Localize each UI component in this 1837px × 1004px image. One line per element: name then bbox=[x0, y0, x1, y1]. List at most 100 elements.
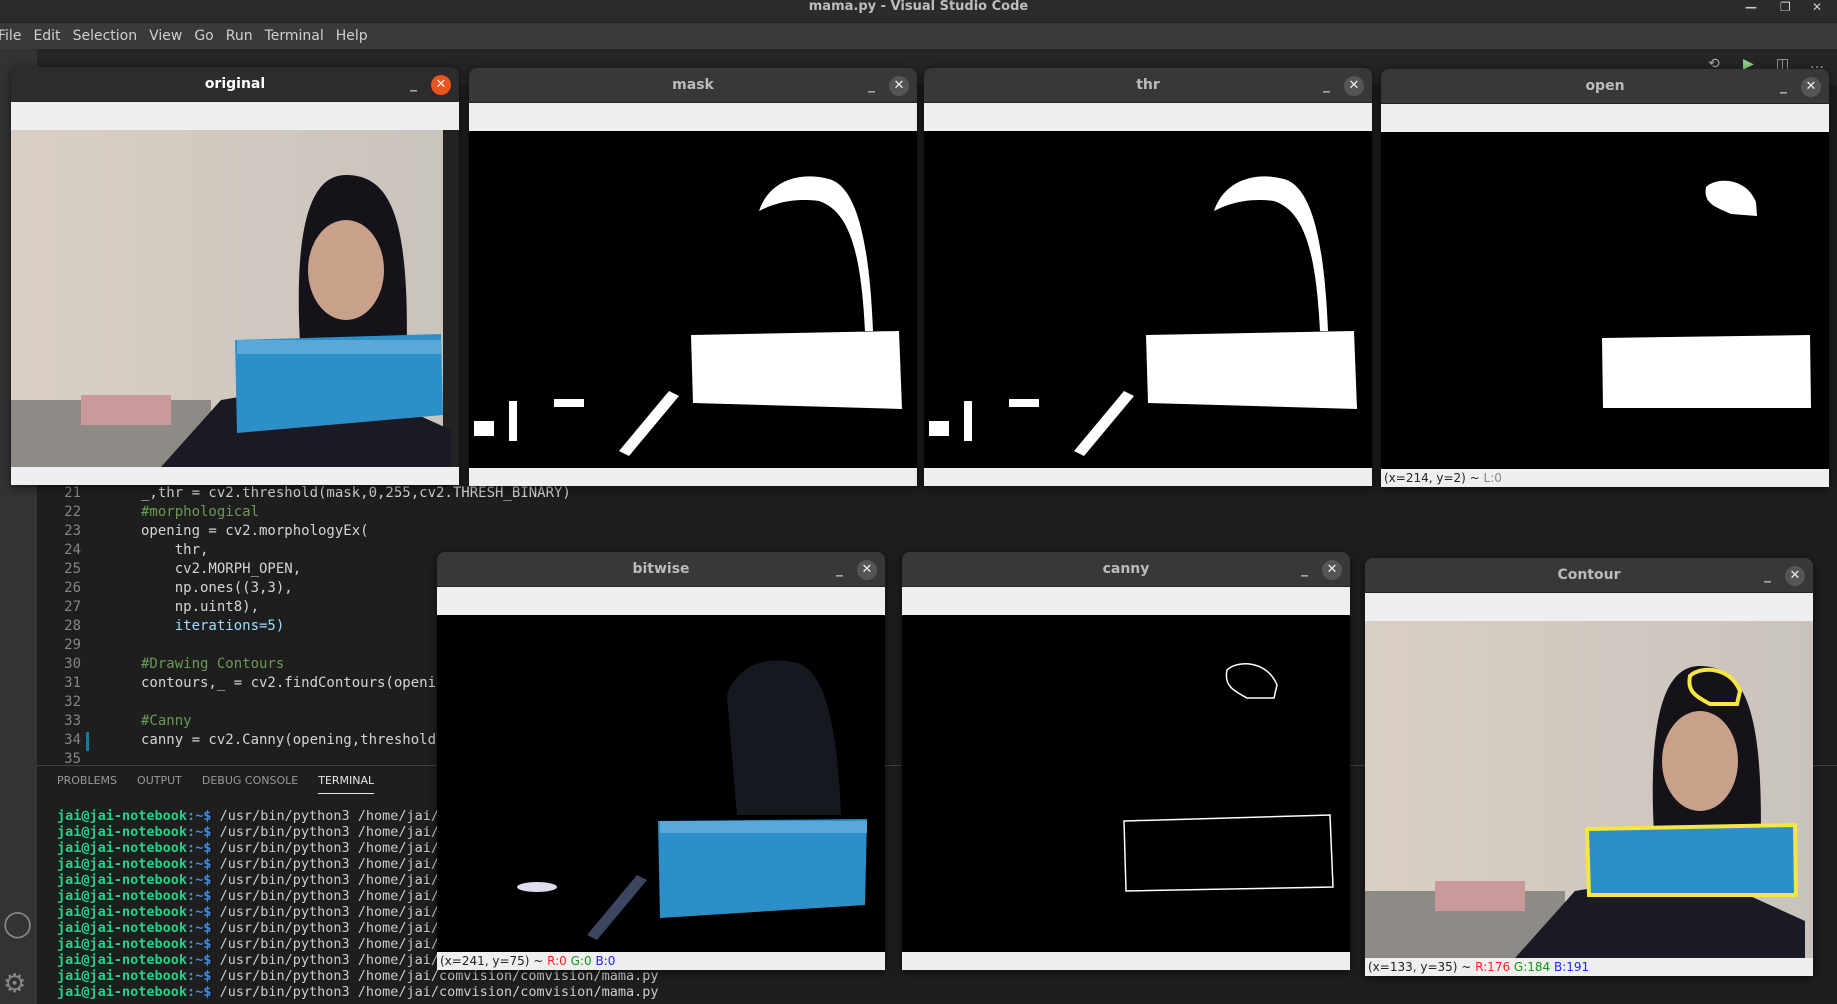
close-icon[interactable]: ✕ bbox=[1322, 560, 1342, 580]
close-icon[interactable]: ✕ bbox=[1812, 0, 1822, 14]
terminal-prompt: jai@jai-notebook bbox=[57, 808, 188, 824]
panel-tabs: PROBLEMS OUTPUT DEBUG CONSOLE TERMINAL bbox=[57, 774, 394, 794]
close-icon[interactable]: ✕ bbox=[431, 75, 451, 95]
line-number: 24 bbox=[64, 542, 81, 558]
close-icon[interactable]: ✕ bbox=[1801, 77, 1821, 97]
terminal-path: :~$ bbox=[187, 936, 212, 952]
blue-value: B:191 bbox=[1554, 960, 1590, 974]
line-number: 30 bbox=[64, 656, 81, 672]
minimize-icon[interactable]: _ bbox=[1780, 69, 1787, 104]
close-icon[interactable]: ✕ bbox=[889, 76, 909, 96]
canny-image bbox=[902, 615, 1350, 952]
minimize-icon[interactable]: _ bbox=[410, 67, 417, 102]
contour-image bbox=[1365, 621, 1813, 958]
code-line: #morphological bbox=[141, 504, 260, 520]
bitwise-image bbox=[437, 615, 885, 952]
window-original[interactable]: original _ ✕ bbox=[11, 67, 459, 485]
code-line: iterations=5) bbox=[141, 618, 285, 634]
window-toolbar bbox=[437, 587, 885, 615]
window-open[interactable]: open _ ✕ (x=214, y=2) ~ L:0 bbox=[1381, 69, 1829, 487]
window-mask[interactable]: mask _ ✕ bbox=[469, 68, 917, 486]
gear-icon[interactable]: ⚙ bbox=[3, 969, 26, 999]
terminal-line: jai@jai-notebook:~$ /usr/bin/python3 /ho… bbox=[57, 984, 658, 1000]
menu-bar: File Edit Selection View Go Run Terminal… bbox=[0, 22, 1837, 49]
tab-debug-console[interactable]: DEBUG CONSOLE bbox=[202, 774, 298, 794]
terminal-prompt: jai@jai-notebook bbox=[57, 968, 188, 984]
window-titlebar[interactable]: canny _ ✕ bbox=[902, 552, 1350, 587]
window-canny[interactable]: canny _ ✕ bbox=[902, 552, 1350, 970]
menu-file[interactable]: File bbox=[0, 28, 21, 44]
window-titlebar[interactable]: original _ ✕ bbox=[11, 67, 459, 102]
status-bar: (x=214, y=2) ~ L:0 bbox=[1381, 469, 1829, 487]
window-title: Contour bbox=[1557, 567, 1621, 583]
window-titlebar[interactable]: thr _ ✕ bbox=[924, 68, 1372, 103]
window-titlebar[interactable]: bitwise _ ✕ bbox=[437, 552, 885, 587]
close-icon[interactable]: ✕ bbox=[1344, 76, 1364, 96]
terminal-prompt: jai@jai-notebook bbox=[57, 952, 188, 968]
window-contour[interactable]: Contour _ ✕ (x=133, y=35) ~ R:176 G:184 B:… bbox=[1365, 558, 1813, 976]
menu-run[interactable]: Run bbox=[226, 28, 253, 44]
window-titlebar[interactable]: Contour _ ✕ bbox=[1365, 558, 1813, 593]
line-number: 29 bbox=[64, 637, 81, 653]
line-number: 28 bbox=[64, 618, 81, 634]
terminal-prompt: jai@jai-notebook bbox=[57, 856, 188, 872]
menu-view[interactable]: View bbox=[149, 28, 182, 44]
terminal-prompt: jai@jai-notebook bbox=[57, 872, 188, 888]
terminal-path: :~$ bbox=[187, 856, 212, 872]
window-titlebar[interactable]: open _ ✕ bbox=[1381, 69, 1829, 104]
menu-help[interactable]: Help bbox=[336, 28, 368, 44]
pixel-value: L:0 bbox=[1483, 471, 1502, 485]
red-value: R:0 bbox=[547, 954, 567, 968]
window-bitwise[interactable]: bitwise _ ✕ (x=241, y=75) ~ R:0 G:0 B:0 bbox=[437, 552, 885, 970]
account-icon[interactable]: ◯ bbox=[3, 909, 32, 939]
minimize-icon[interactable]: — bbox=[1745, 0, 1757, 14]
line-number: 32 bbox=[64, 694, 81, 710]
close-icon[interactable]: ✕ bbox=[857, 560, 877, 580]
window-titlebar[interactable]: mask _ ✕ bbox=[469, 68, 917, 103]
tab-problems[interactable]: PROBLEMS bbox=[57, 774, 117, 794]
line-number: 27 bbox=[64, 599, 81, 615]
terminal-path: :~$ bbox=[187, 840, 212, 856]
tab-terminal[interactable]: TERMINAL bbox=[318, 774, 375, 794]
maximize-icon[interactable]: ❐ bbox=[1780, 0, 1791, 14]
window-title: thr bbox=[1136, 77, 1160, 93]
window-title: mask bbox=[672, 77, 714, 93]
menu-edit[interactable]: Edit bbox=[33, 28, 60, 44]
terminal-prompt: jai@jai-notebook bbox=[57, 888, 188, 904]
window-toolbar bbox=[1365, 593, 1813, 621]
tab-output[interactable]: OUTPUT bbox=[137, 774, 182, 794]
terminal-prompt: jai@jai-notebook bbox=[57, 984, 188, 1000]
window-title: canny bbox=[1102, 561, 1150, 577]
minimize-icon[interactable]: _ bbox=[1301, 552, 1308, 587]
code-line: #Drawing Contours bbox=[141, 656, 285, 672]
cursor-position: (x=214, y=2) ~ bbox=[1384, 471, 1484, 485]
blue-value: B:0 bbox=[595, 954, 616, 968]
minimize-icon[interactable]: _ bbox=[836, 552, 843, 587]
red-value: R:176 bbox=[1475, 960, 1511, 974]
cursor-position: (x=241, y=75) ~ bbox=[440, 954, 548, 968]
terminal-path: :~$ bbox=[187, 904, 212, 920]
status-bar bbox=[924, 468, 1372, 486]
terminal-path: :~$ bbox=[187, 952, 212, 968]
code-line: #Canny bbox=[141, 713, 192, 729]
mask-image bbox=[469, 131, 917, 468]
cursor-position: (x=133, y=35) ~ bbox=[1368, 960, 1476, 974]
window-thr[interactable]: thr _ ✕ bbox=[924, 68, 1372, 486]
menu-go[interactable]: Go bbox=[194, 28, 213, 44]
terminal-path: :~$ bbox=[187, 824, 212, 840]
terminal-path: :~$ bbox=[187, 808, 212, 824]
minimize-icon[interactable]: _ bbox=[1764, 558, 1771, 593]
close-icon[interactable]: ✕ bbox=[1785, 566, 1805, 586]
green-value: G:0 bbox=[570, 954, 592, 968]
terminal-prompt: jai@jai-notebook bbox=[57, 904, 188, 920]
camera-image bbox=[11, 130, 459, 467]
window-title: bitwise bbox=[632, 561, 690, 577]
menu-terminal[interactable]: Terminal bbox=[265, 28, 324, 44]
minimize-icon[interactable]: _ bbox=[868, 68, 875, 103]
minimize-icon[interactable]: _ bbox=[1323, 68, 1330, 103]
status-bar bbox=[11, 467, 459, 485]
terminal-prompt: jai@jai-notebook bbox=[57, 840, 188, 856]
menu-selection[interactable]: Selection bbox=[73, 28, 138, 44]
terminal-path: :~$ bbox=[187, 968, 212, 984]
line-number: 31 bbox=[64, 675, 81, 691]
